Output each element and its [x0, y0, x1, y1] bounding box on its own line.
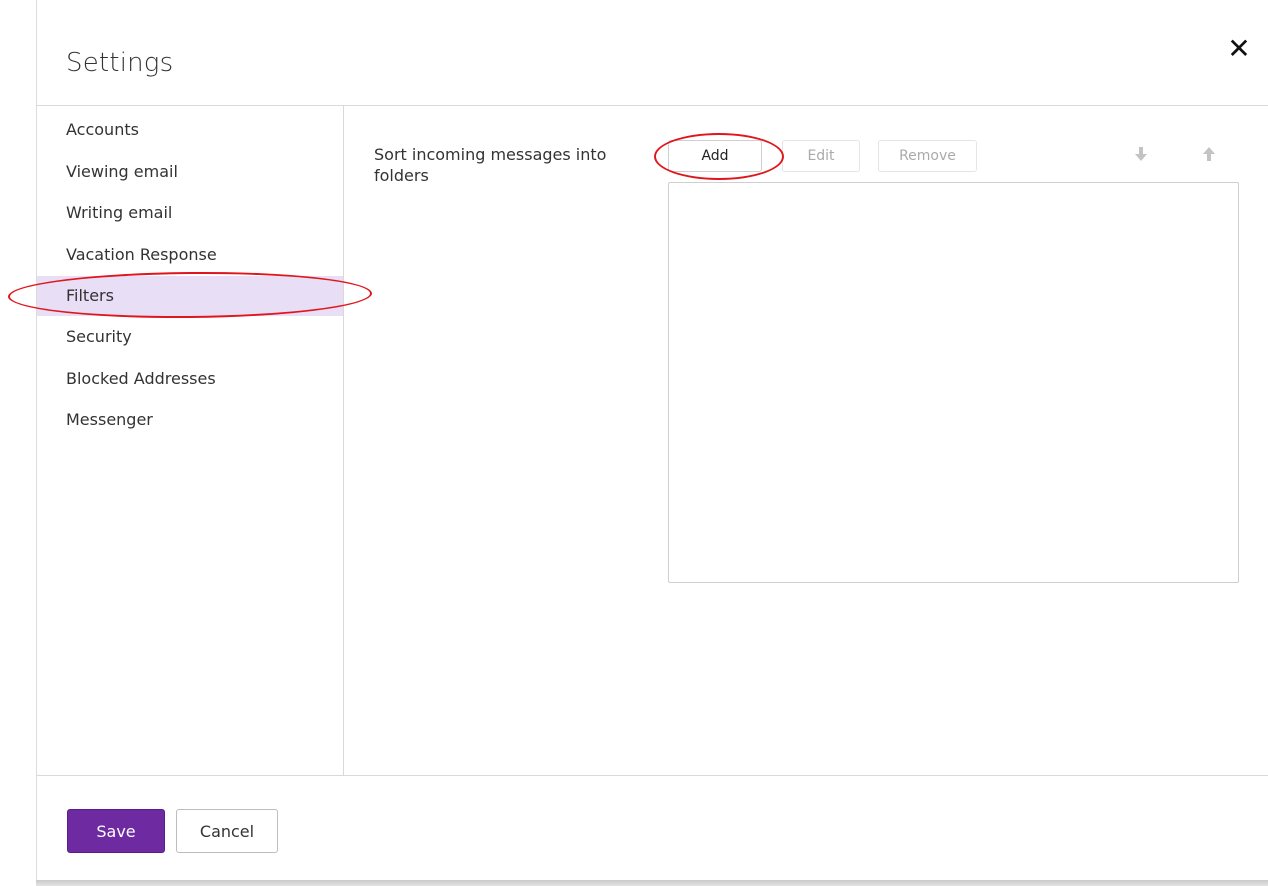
sidebar-item-blocked-addresses[interactable]: Blocked Addresses [37, 365, 343, 407]
sidebar-item-filters[interactable]: Filters [37, 276, 343, 316]
header-divider [36, 105, 1268, 106]
settings-sidebar: Accounts Viewing email Writing email Vac… [37, 116, 343, 448]
sidebar-item-accounts[interactable]: Accounts [37, 116, 343, 158]
arrow-down-icon [1135, 147, 1147, 161]
footer-divider [36, 775, 1268, 776]
sidebar-item-writing-email[interactable]: Writing email [37, 199, 343, 241]
move-down-icon[interactable] [1130, 146, 1152, 168]
filter-list[interactable] [668, 182, 1239, 583]
filters-description: Sort incoming messages into folders [374, 145, 607, 185]
sidebar-item-viewing-email[interactable]: Viewing email [37, 158, 343, 200]
sidebar-item-messenger[interactable]: Messenger [37, 406, 343, 448]
dialog-title: Settings [66, 48, 174, 78]
edit-filter-button[interactable]: Edit [782, 140, 860, 172]
save-button[interactable]: Save [67, 809, 165, 853]
dialog-bottom-edge [36, 880, 1268, 886]
sidebar-divider [343, 106, 344, 775]
remove-filter-button[interactable]: Remove [878, 140, 977, 172]
sidebar-item-security[interactable]: Security [37, 323, 343, 365]
cancel-button[interactable]: Cancel [176, 809, 278, 853]
move-up-icon[interactable] [1198, 146, 1220, 168]
add-filter-button[interactable]: Add [668, 140, 762, 172]
close-icon[interactable]: ✕ [1224, 34, 1254, 64]
arrow-up-icon [1203, 147, 1215, 161]
